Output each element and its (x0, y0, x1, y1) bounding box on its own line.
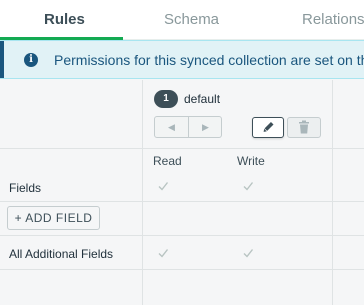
tab-rules[interactable]: Rules (44, 0, 85, 39)
table-divider (0, 148, 364, 149)
pencil-icon (263, 121, 274, 132)
trash-icon (299, 120, 309, 134)
additional-read-checkbox[interactable] (157, 247, 169, 259)
chevron-left-icon: ◀ (168, 122, 175, 132)
additional-write-checkbox[interactable] (242, 247, 254, 259)
all-additional-fields-label: All Additional Fields (9, 247, 114, 261)
move-right-button[interactable]: ▶ (189, 117, 222, 137)
read-column-header: Read (153, 154, 182, 168)
table-divider (0, 201, 364, 202)
table-divider (332, 80, 333, 305)
tab-relations[interactable]: Relations (302, 0, 364, 39)
read-checkbox[interactable] (157, 180, 169, 192)
write-checkbox[interactable] (242, 180, 254, 192)
tab-bar: Rules Schema Relations (0, 0, 364, 40)
delete-role-button[interactable] (287, 117, 321, 138)
add-field-button[interactable]: + ADD FIELD (7, 206, 100, 230)
role-order-buttons: ◀ ▶ (154, 116, 222, 138)
role-number-badge: 1 (154, 90, 178, 108)
table-divider (142, 80, 143, 305)
move-left-button[interactable]: ◀ (155, 117, 188, 137)
table-divider (0, 269, 364, 270)
info-icon: i (24, 53, 38, 67)
chevron-right-icon: ▶ (202, 122, 209, 132)
info-banner: i Permissions for this synced collection… (0, 40, 364, 79)
role-name: default (184, 92, 221, 106)
table-divider (0, 235, 364, 236)
banner-text: Permissions for this synced collection a… (54, 52, 364, 68)
write-column-header: Write (237, 154, 265, 168)
fields-label: Fields (9, 181, 42, 195)
edit-role-button[interactable] (252, 117, 284, 138)
tab-schema[interactable]: Schema (164, 0, 219, 39)
